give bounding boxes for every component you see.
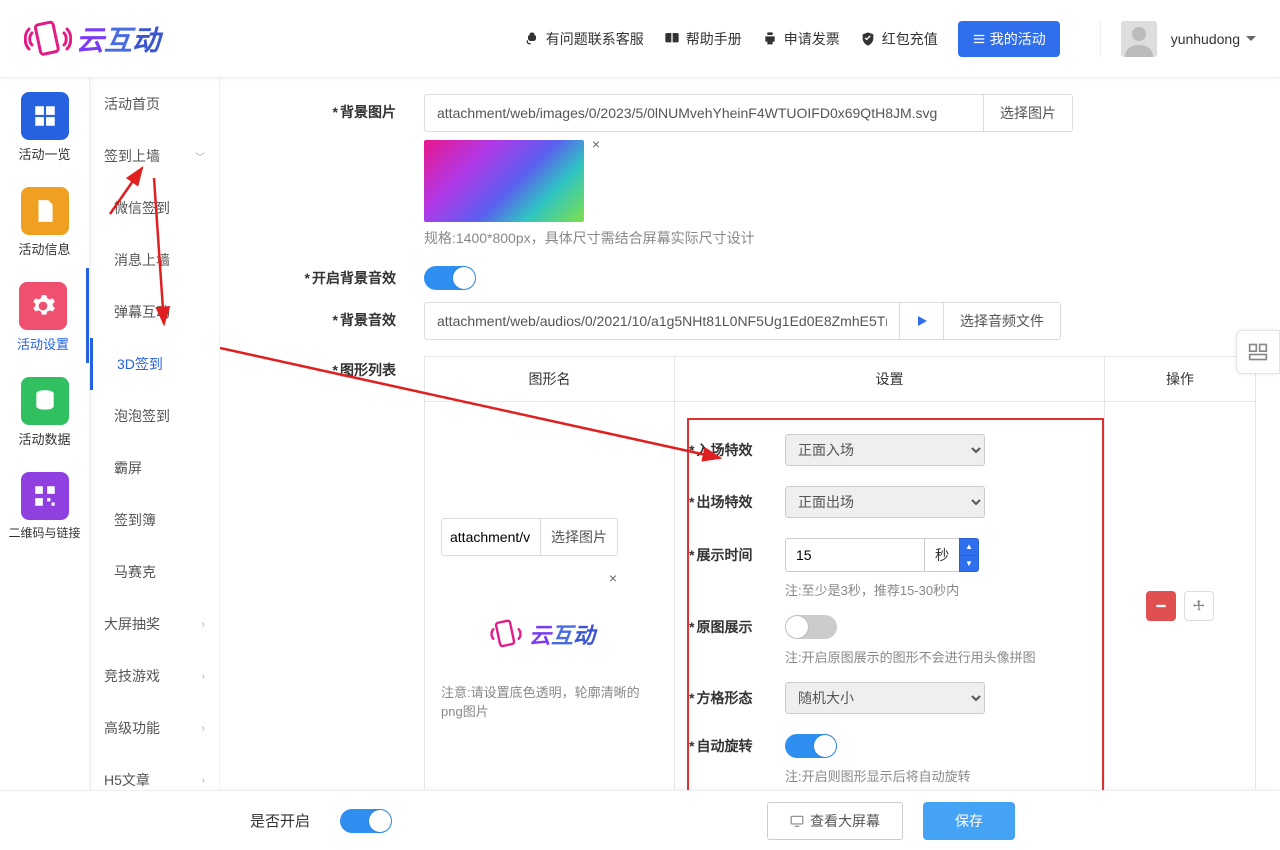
qrcode-icon [32,483,58,509]
subnav-wechat-signin[interactable]: 微信签到 [90,182,219,234]
time-unit: 秒 [925,538,959,572]
original-display-note: 注:开启原图展示的图形不会进行用头像拼图 [785,647,1098,666]
time-step-down[interactable]: ▼ [959,555,979,573]
bg-image-input[interactable] [424,94,984,132]
time-note: 注:至少是3秒，推荐15-30秒内 [785,580,1098,599]
chevron-right-icon: › [202,619,205,630]
subnav-3d-signin[interactable]: 3D签到 [90,338,219,390]
label-display-time: *展示时间 [689,545,767,565]
chevron-right-icon: › [202,671,205,682]
label-grid-form: *方格形态 [689,688,767,708]
out-effect-select[interactable]: 正面出场 [785,486,985,518]
printer-icon [762,31,778,47]
original-display-toggle[interactable] [785,615,837,639]
invoice-link[interactable]: 申请发票 [762,29,840,49]
floating-panel-button[interactable] [1236,330,1280,374]
label-shape-list: *图形列表 [244,352,424,380]
bg-image-hint: 规格:1400*800px，具体尺寸需结合屏幕实际尺寸设计 [424,228,1256,248]
document-icon [32,198,58,224]
avatar[interactable] [1121,21,1157,57]
database-icon [32,388,58,414]
bg-image-thumbnail: × [424,140,584,222]
subnav-book[interactable]: 签到簿 [90,494,219,546]
nav-activity-info[interactable]: 活动信息 [0,173,89,268]
subnav-baping[interactable]: 霸屏 [90,442,219,494]
book-icon [664,31,680,47]
nav-activity-overview[interactable]: 活动一览 [0,78,89,173]
subnav-danmu[interactable]: 弹幕互动 [90,286,219,338]
brand-logo[interactable]: 云互动 [24,15,160,63]
move-shape-button[interactable] [1184,591,1214,621]
subnav-msg-wall[interactable]: 消息上墙 [90,234,219,286]
label-bg-audio-enable: *开启背景音效 [244,260,424,288]
bg-audio-input[interactable] [424,302,900,340]
user-icon [1121,21,1157,57]
label-enable: 是否开启 [250,810,310,831]
help-manual-link[interactable]: 帮助手册 [664,29,742,49]
label-auto-rotate: *自动旋转 [689,736,767,756]
user-dropdown[interactable]: yunhudong [1171,31,1256,47]
time-step-up[interactable]: ▲ [959,538,979,555]
nav-activity-data[interactable]: 活动数据 [0,363,89,458]
shape-image-note: 注意:请设置底色透明，轮廓清晰的png图片 [441,682,658,720]
subnav-h5[interactable]: H5文章› [90,754,219,790]
bg-audio-toggle[interactable] [424,266,476,290]
chevron-right-icon: › [202,723,205,734]
enable-toggle[interactable] [340,809,392,833]
auto-rotate-toggle[interactable] [785,734,837,758]
recharge-link[interactable]: 红包充值 [860,29,938,49]
shape-thumbnail: × 云互动 [441,594,641,674]
grid-icon [32,103,58,129]
subnav-mosaic[interactable]: 马赛克 [90,546,219,598]
display-time-input[interactable] [785,538,925,572]
monitor-icon [790,814,804,828]
label-original-display: *原图展示 [689,617,767,637]
audio-play-button[interactable] [900,302,944,340]
nav-activity-settings[interactable]: 活动设置 [0,268,89,363]
shape-choose-image-button[interactable]: 选择图片 [541,518,618,556]
col-shape-name: 图形名 [425,357,675,401]
shield-icon [860,31,876,47]
logo-icon [24,15,72,63]
chevron-right-icon: › [202,775,205,786]
caret-down-icon [1246,36,1256,46]
headset-icon [524,31,540,47]
grid-form-select[interactable]: 随机大小 [785,682,985,714]
subnav-signin-wall[interactable]: 签到上墙﹀ [90,130,219,182]
move-icon [1192,599,1206,613]
in-effect-select[interactable]: 正面入场 [785,434,985,466]
my-activity-button[interactable]: 我的活动 [958,21,1060,57]
label-bg-audio: *背景音效 [244,302,424,330]
remove-bg-image-icon[interactable]: × [592,136,600,152]
list-icon [972,32,986,46]
brand-name: 云互动 [76,19,160,59]
save-button[interactable]: 保存 [923,802,1015,840]
col-operations: 操作 [1105,357,1255,401]
nav-qrcode-links[interactable]: 二维码与链接 [0,458,89,551]
delete-shape-button[interactable] [1146,591,1176,621]
play-icon [916,315,928,327]
label-bg-image: *背景图片 [244,94,424,122]
col-settings: 设置 [675,357,1105,401]
contact-support-link[interactable]: 有问题联系客服 [524,29,644,49]
subnav-home[interactable]: 活动首页 [90,78,219,130]
label-in-effect: *入场特效 [689,440,767,460]
subnav-games[interactable]: 竞技游戏› [90,650,219,702]
view-big-screen-button[interactable]: 查看大屏幕 [767,802,903,840]
chevron-down-icon: ﹀ [195,149,205,164]
layout-icon [1248,342,1268,362]
subnav-bubble[interactable]: 泡泡签到 [90,390,219,442]
remove-shape-image-icon[interactable]: × [609,570,617,586]
minus-icon [1154,599,1168,613]
choose-audio-button[interactable]: 选择音频文件 [944,302,1061,340]
logo-icon [487,615,525,653]
choose-image-button[interactable]: 选择图片 [984,94,1073,132]
auto-rotate-note: 注:开启则图形显示后将自动旋转 [785,766,1098,785]
shape-image-input[interactable] [441,518,541,556]
subnav-advanced[interactable]: 高级功能› [90,702,219,754]
subnav-lottery[interactable]: 大屏抽奖› [90,598,219,650]
label-out-effect: *出场特效 [689,492,767,512]
gear-icon [30,293,56,319]
